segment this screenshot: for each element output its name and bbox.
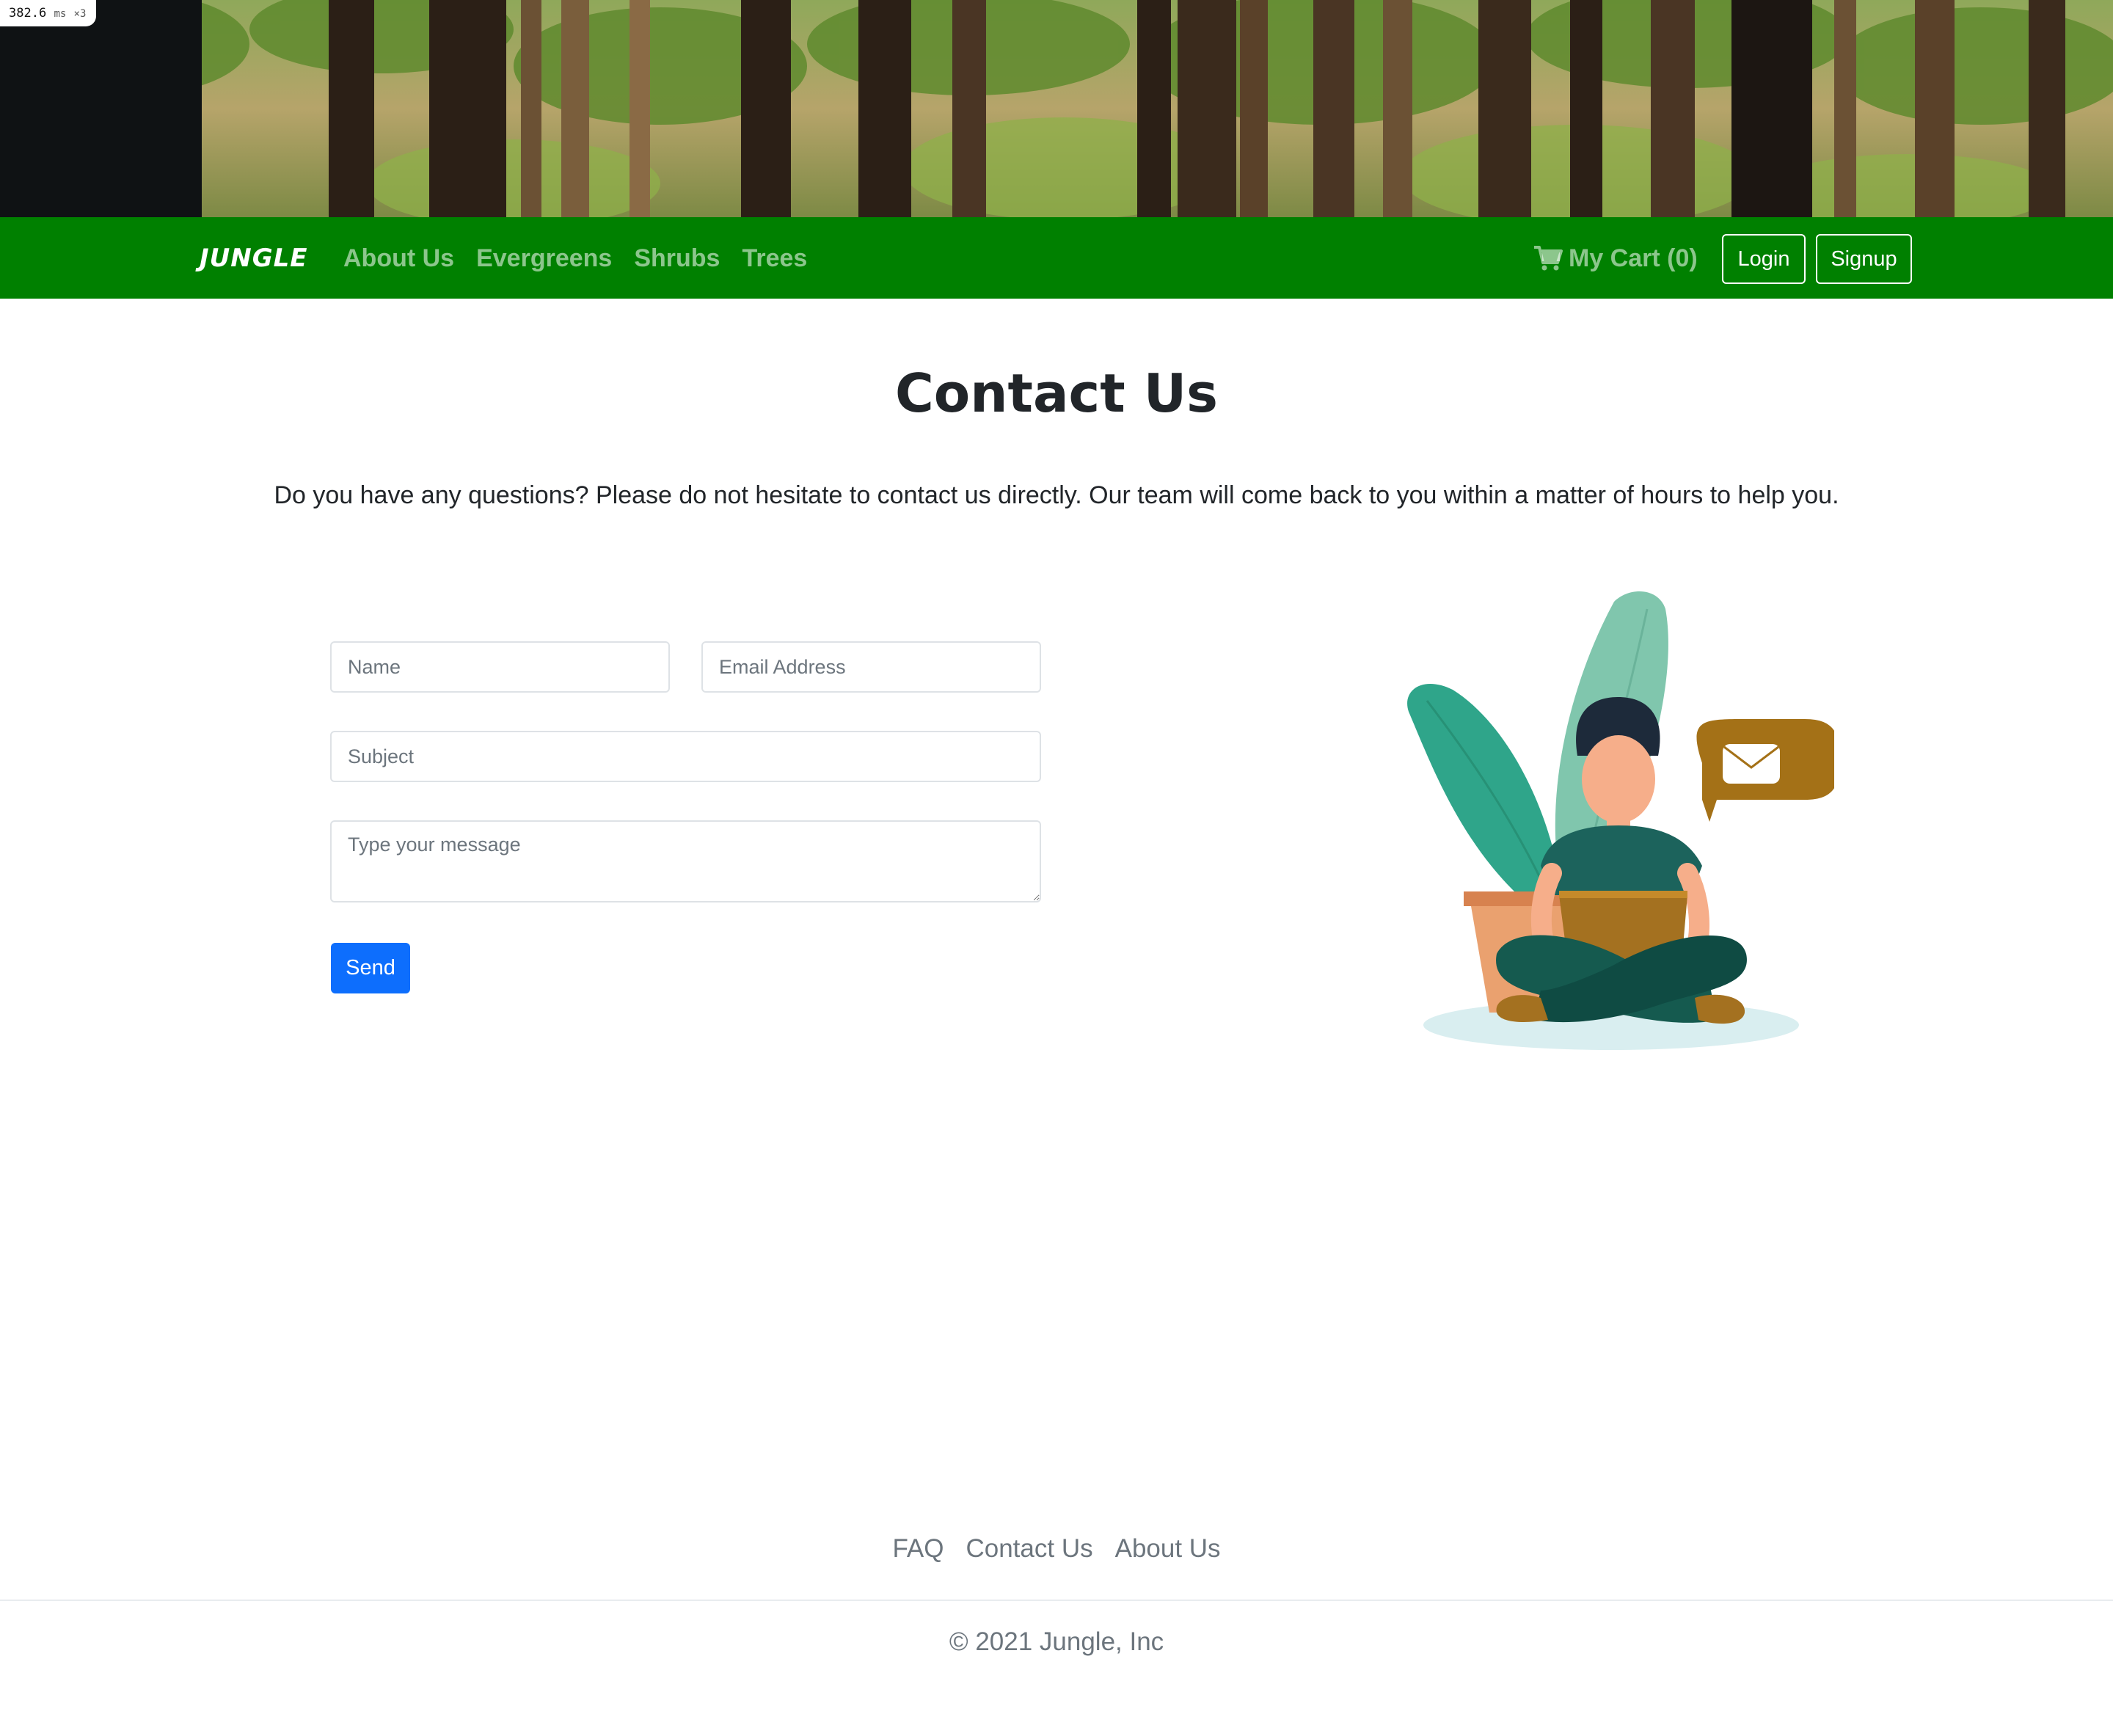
name-input[interactable] — [330, 641, 670, 693]
contact-illustration — [1394, 580, 1834, 1057]
send-button[interactable]: Send — [331, 943, 410, 993]
footer-link-about-us[interactable]: About Us — [1115, 1529, 1221, 1569]
copyright-text: © 2021 Jungle, Inc — [949, 1627, 1164, 1656]
navbar: JUNGLE About Us Evergreens Shrubs Trees … — [0, 217, 2113, 299]
nav-link-evergreens[interactable]: Evergreens — [476, 238, 612, 279]
footer-link-faq[interactable]: FAQ — [892, 1529, 944, 1569]
brand-logo[interactable]: JUNGLE — [200, 238, 308, 279]
intro-text: Do you have any questions? Please do not… — [274, 481, 1839, 509]
nav-link-trees[interactable]: Trees — [742, 238, 807, 279]
perf-unit: ms — [54, 8, 67, 20]
perf-multiplier: ×3 — [73, 8, 87, 20]
message-textarea[interactable] — [330, 820, 1041, 902]
cart-link[interactable]: My Cart (0) — [1533, 238, 1698, 279]
footer-divider — [0, 1600, 2113, 1601]
cart-icon — [1533, 245, 1563, 271]
page-title: Contact Us — [894, 362, 1219, 424]
footer-links: FAQ Contact Us About Us — [0, 1529, 2113, 1569]
perf-badge: 382.6 ms ×3 — [0, 0, 97, 26]
nav-link-about-us[interactable]: About Us — [343, 238, 454, 279]
perf-value: 382.6 — [9, 6, 47, 21]
envelope-icon — [1723, 744, 1780, 784]
signup-button[interactable]: Signup — [1816, 234, 1912, 284]
email-input[interactable] — [701, 641, 1041, 693]
footer-link-contact-us[interactable]: Contact Us — [966, 1529, 1092, 1569]
subject-input[interactable] — [330, 731, 1041, 782]
login-button[interactable]: Login — [1722, 234, 1806, 284]
nav-link-shrubs[interactable]: Shrubs — [634, 238, 720, 279]
cart-label: My Cart (0) — [1569, 244, 1698, 272]
nav-links: About Us Evergreens Shrubs Trees — [343, 238, 807, 279]
forest-banner-image — [0, 0, 2113, 217]
hero-banner — [0, 0, 2113, 217]
